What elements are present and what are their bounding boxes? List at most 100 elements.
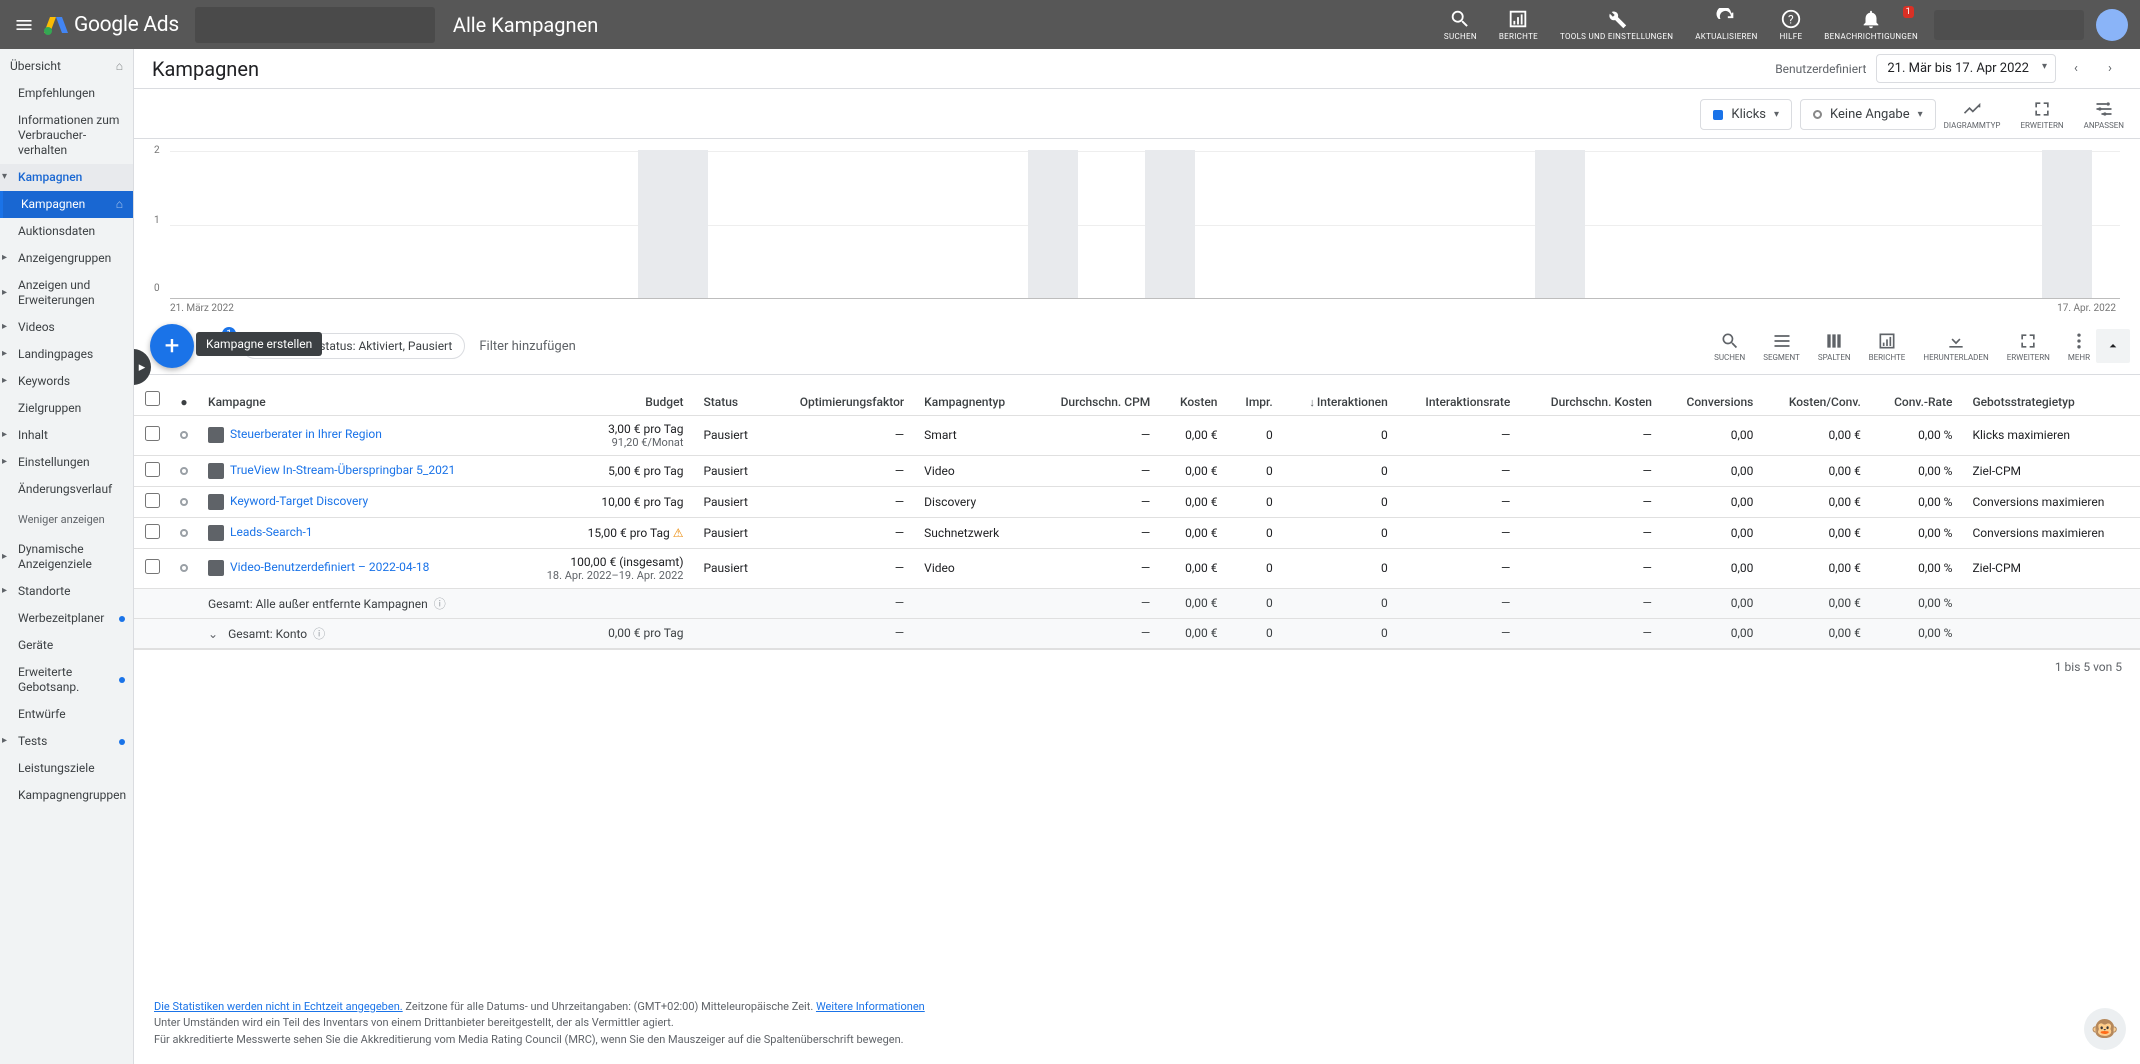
expand-total-icon[interactable]: ⌄ — [208, 627, 218, 641]
cell-budget — [510, 588, 693, 618]
download-button[interactable]: HERUNTERLADEN — [1923, 331, 1988, 362]
info-icon[interactable]: ⓘ — [434, 597, 446, 611]
table-row[interactable]: Video-Benutzerdefiniert – 2022-04-18 100… — [134, 548, 2140, 588]
add-filter-input[interactable]: Filter hinzufügen — [479, 339, 575, 354]
sidebar-item-adgroups[interactable]: ▸Anzeigengruppen — [0, 245, 133, 272]
table-row[interactable]: TrueView In-Stream-Überspringbar 5_2021 … — [134, 455, 2140, 486]
col-conv-rate[interactable]: Conv.-Rate — [1871, 375, 1963, 415]
date-prev-button[interactable]: ‹ — [2062, 55, 2090, 83]
sidebar-item-dynamic[interactable]: ▸Dynamische Anzeigenziele — [0, 536, 133, 578]
sidebar-item-tests[interactable]: ▸Tests — [0, 728, 133, 755]
metric-1-selector[interactable]: Klicks▾ — [1700, 99, 1792, 130]
metric-2-selector[interactable]: Keine Angabe▾ — [1800, 99, 1936, 130]
sidebar-item-content[interactable]: ▸Inhalt — [0, 422, 133, 449]
footer-stats-link[interactable]: Die Statistiken werden nicht in Echtzeit… — [154, 1000, 403, 1013]
col-cost-avg[interactable]: Durchschn. Kosten — [1520, 375, 1662, 415]
sidebar-item-keywords[interactable]: ▸Keywords — [0, 368, 133, 395]
cell-status: Pausiert — [694, 548, 769, 588]
campaign-link[interactable]: TrueView In-Stream-Überspringbar 5_2021 — [230, 463, 455, 477]
table-row[interactable]: Leads-Search-1 15,00 € pro Tag⚠ Pausiert… — [134, 517, 2140, 548]
reports-button[interactable]: BERICHTE — [1499, 8, 1538, 41]
select-all-checkbox[interactable] — [145, 391, 160, 406]
col-type[interactable]: Kampagnentyp — [914, 375, 1032, 415]
table-reports-button[interactable]: BERICHTE — [1869, 331, 1906, 362]
columns-button[interactable]: SPALTEN — [1818, 331, 1851, 362]
sidebar-item-adschedule[interactable]: Werbezeitplaner — [0, 605, 133, 632]
sidebar-item-audiences[interactable]: Zielgruppen — [0, 395, 133, 422]
more-button[interactable]: MEHR — [2068, 331, 2090, 362]
logo[interactable]: Google Ads — [44, 13, 179, 37]
sidebar-item-locations[interactable]: ▸Standorte — [0, 578, 133, 605]
col-status[interactable]: Status — [694, 375, 769, 415]
help-button[interactable]: ? HILFE — [1780, 8, 1803, 41]
table-expand-button[interactable]: ERWEITERN — [2007, 331, 2050, 362]
cell-budget[interactable]: 10,00 € pro Tag — [510, 486, 693, 517]
info-icon[interactable]: ⓘ — [313, 627, 325, 641]
avatar[interactable] — [2096, 9, 2128, 41]
date-range-picker[interactable]: 21. Mär bis 17. Apr 2022 — [1876, 54, 2056, 83]
footer-more-link[interactable]: Weitere Informationen — [816, 1000, 925, 1013]
segment-button[interactable]: SEGMENT — [1763, 331, 1800, 362]
sidebar-item-campaigns-sub[interactable]: Kampagnen⌂ — [0, 191, 133, 218]
campaign-link[interactable]: Video-Benutzerdefiniert – 2022-04-18 — [230, 560, 429, 574]
col-cpm[interactable]: Durchschn. CPM — [1032, 375, 1160, 415]
col-bid-strat[interactable]: Gebotsstrategietyp — [1962, 375, 2140, 415]
row-checkbox[interactable] — [145, 524, 160, 539]
sidebar-show-less[interactable]: Weniger anzeigen — [0, 503, 133, 536]
search-button[interactable]: SUCHEN — [1444, 8, 1477, 41]
account-selector[interactable] — [195, 7, 435, 43]
cell-budget[interactable]: 100,00 € (insgesamt)18. Apr. 2022–19. Ap… — [510, 548, 693, 588]
sidebar-item-ads-ext[interactable]: ▸Anzeigen und Erweiterungen — [0, 272, 133, 314]
col-impr[interactable]: Impr. — [1227, 375, 1282, 415]
menu-icon[interactable] — [12, 13, 36, 37]
table-search-button[interactable]: SUCHEN — [1714, 331, 1745, 362]
date-next-button[interactable]: › — [2096, 55, 2124, 83]
cell-budget[interactable]: 15,00 € pro Tag⚠ — [510, 517, 693, 548]
col-opt[interactable]: Optimierungsfaktor — [769, 375, 914, 415]
sidebar-item-settings[interactable]: ▸Einstellungen — [0, 449, 133, 476]
chart-type-button[interactable]: DIAGRAMMTYP — [1944, 99, 2001, 130]
home-icon: ⌂ — [116, 197, 123, 212]
sidebar-item-overview[interactable]: Übersicht⌂ — [0, 53, 133, 80]
create-campaign-fab[interactable]: + — [150, 324, 194, 368]
sidebar-item-bid-adj[interactable]: Erweiterte Gebotsanp. — [0, 659, 133, 701]
chart-plot[interactable] — [170, 151, 2120, 299]
account-info-box[interactable] — [1934, 10, 2084, 40]
row-checkbox[interactable] — [145, 559, 160, 574]
notifications-button[interactable]: 1 BENACHRICHTIGUNGEN — [1824, 8, 1918, 41]
sidebar-item-drafts[interactable]: Entwürfe — [0, 701, 133, 728]
sidebar-item-landing[interactable]: ▸Landingpages — [0, 341, 133, 368]
sidebar-item-changes[interactable]: Änderungsverlauf — [0, 476, 133, 503]
col-conv[interactable]: Conversions — [1662, 375, 1763, 415]
sidebar-item-auction[interactable]: Auktionsdaten — [0, 218, 133, 245]
table-row[interactable]: Keyword-Target Discovery 10,00 € pro Tag… — [134, 486, 2140, 517]
row-checkbox[interactable] — [145, 426, 160, 441]
expand-button[interactable]: ERWEITERN — [2020, 99, 2063, 130]
cell-budget[interactable]: 3,00 € pro Tag91,20 €/Monat — [510, 415, 693, 455]
sidebar-item-videos[interactable]: ▸Videos — [0, 314, 133, 341]
status-dot-header[interactable]: ● — [170, 375, 198, 415]
campaign-link[interactable]: Leads-Search-1 — [230, 525, 313, 539]
col-budget[interactable]: Budget — [510, 375, 693, 415]
sidebar-item-camp-groups[interactable]: Kampagnengruppen — [0, 782, 133, 809]
sidebar-item-campaigns[interactable]: ▾Kampagnen — [0, 164, 133, 191]
col-inter-rate[interactable]: Interaktionsrate — [1398, 375, 1521, 415]
sidebar-item-devices[interactable]: Geräte — [0, 632, 133, 659]
sidebar-item-consumer-info[interactable]: Informationen zum Verbraucher-verhalten — [0, 107, 133, 164]
col-campaign[interactable]: Kampagne — [198, 375, 510, 415]
table-row[interactable]: Steuerberater in Ihrer Region 3,00 € pro… — [134, 415, 2140, 455]
col-inter[interactable]: ↓Interaktionen — [1283, 375, 1398, 415]
cell-budget[interactable]: 5,00 € pro Tag — [510, 455, 693, 486]
col-cost[interactable]: Kosten — [1160, 375, 1227, 415]
adjust-button[interactable]: ANPASSEN — [2084, 99, 2124, 130]
collapse-chart-button[interactable] — [2096, 329, 2130, 363]
sidebar-item-recommendations[interactable]: Empfehlungen — [0, 80, 133, 107]
campaign-link[interactable]: Steuerberater in Ihrer Region — [230, 427, 382, 441]
sidebar-item-perf-targets[interactable]: Leistungsziele — [0, 755, 133, 782]
col-cost-conv[interactable]: Kosten/Conv. — [1763, 375, 1871, 415]
row-checkbox[interactable] — [145, 462, 160, 477]
tools-button[interactable]: TOOLS UND EINSTELLUNGEN — [1560, 8, 1673, 41]
campaign-link[interactable]: Keyword-Target Discovery — [230, 494, 368, 508]
refresh-button[interactable]: AKTUALISIEREN — [1695, 8, 1757, 41]
row-checkbox[interactable] — [145, 493, 160, 508]
